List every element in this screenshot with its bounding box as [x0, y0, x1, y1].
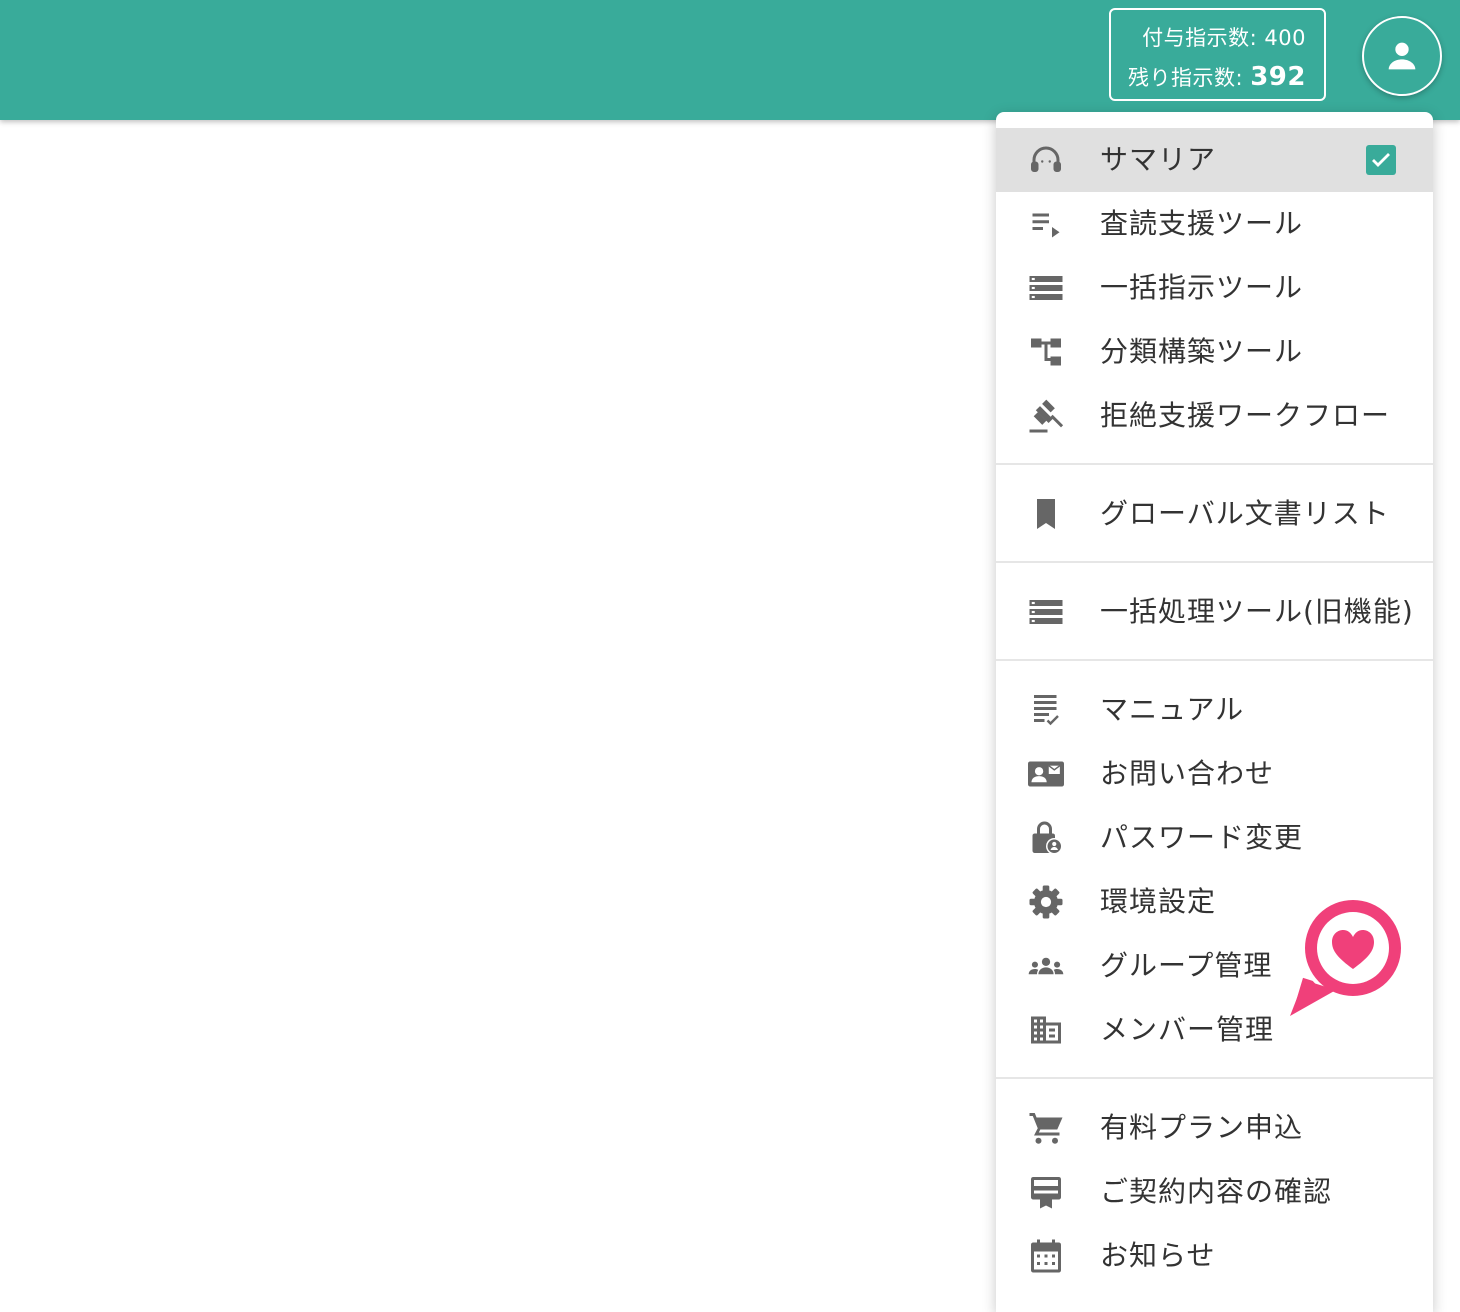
- menu-item-label: パスワード変更: [1100, 821, 1304, 854]
- menu-item-contact[interactable]: お問い合わせ: [996, 742, 1433, 806]
- calendar-icon: [1028, 1238, 1064, 1274]
- menu-item-paid-plan-application[interactable]: 有料プラン申込: [996, 1096, 1433, 1160]
- menu-item-samaria[interactable]: サマリア: [996, 128, 1433, 192]
- checkbox-checked-icon[interactable]: [1366, 145, 1396, 175]
- storage-list-icon: [1028, 270, 1064, 306]
- menu-item-review-support-tool[interactable]: 査読支援ツール: [996, 192, 1433, 256]
- gavel-icon: [1028, 398, 1064, 434]
- menu-item-bulk-processing-tool-legacy[interactable]: 一括処理ツール(旧機能): [996, 580, 1433, 644]
- contact-mail-icon: [1028, 756, 1064, 792]
- remaining-count-value: 392: [1250, 62, 1306, 92]
- gear-icon: [1028, 884, 1064, 920]
- granted-count-row: 付与指示数: 400: [1142, 22, 1306, 52]
- account-menu-button[interactable]: [1362, 16, 1442, 96]
- groups-icon: [1028, 948, 1064, 984]
- account-tree-icon: [1028, 334, 1064, 370]
- granted-count-label: 付与指示数:: [1142, 26, 1258, 50]
- storage-list-icon: [1028, 594, 1064, 630]
- floating-heart-badge[interactable]: [1280, 896, 1410, 1026]
- card-membership-icon: [1028, 1174, 1064, 1210]
- heart-icon: [1287, 896, 1405, 1020]
- menu-divider: [996, 561, 1433, 563]
- menu-item-manual[interactable]: マニュアル: [996, 678, 1433, 742]
- menu-item-label: 拒絶支援ワークフロー: [1100, 399, 1391, 432]
- menu-item-label: 一括処理ツール(旧機能): [1100, 595, 1414, 628]
- remaining-count-label: 残り指示数:: [1127, 66, 1244, 90]
- menu-item-classification-tool[interactable]: 分類構築ツール: [996, 320, 1433, 384]
- menu-item-label: 環境設定: [1100, 885, 1217, 918]
- menu-divider: [996, 1077, 1433, 1079]
- menu-item-label: 分類構築ツール: [1100, 335, 1304, 368]
- granted-count-value: 400: [1264, 26, 1306, 50]
- menu-item-contract-details[interactable]: ご契約内容の確認: [996, 1160, 1433, 1224]
- menu-item-label: 査読支援ツール: [1100, 207, 1304, 240]
- bookmark-icon: [1028, 496, 1064, 532]
- menu-item-change-password[interactable]: パスワード変更: [996, 806, 1433, 870]
- menu-item-global-document-list[interactable]: グローバル文書リスト: [996, 482, 1433, 546]
- menu-item-label: グローバル文書リスト: [1100, 497, 1390, 530]
- menu-item-label: お知らせ: [1100, 1239, 1216, 1272]
- menu-divider: [996, 463, 1433, 465]
- menu-item-rejection-workflow[interactable]: 拒絶支援ワークフロー: [996, 384, 1433, 448]
- top-app-bar: 付与指示数: 400 残り指示数: 392: [0, 0, 1460, 120]
- menu-item-label: グループ管理: [1100, 949, 1273, 982]
- menu-item-label: ご契約内容の確認: [1100, 1175, 1333, 1208]
- lock-person-icon: [1028, 820, 1064, 856]
- menu-item-label: サマリア: [1100, 143, 1217, 176]
- domain-icon: [1028, 1012, 1064, 1048]
- headset-icon: [1028, 142, 1064, 178]
- cart-icon: [1028, 1110, 1064, 1146]
- menu-item-label: 一括指示ツール: [1100, 271, 1304, 304]
- menu-item-bulk-instruction-tool[interactable]: 一括指示ツール: [996, 256, 1433, 320]
- menu-item-label: マニュアル: [1100, 693, 1245, 726]
- menu-item-label: 有料プラン申込: [1100, 1111, 1304, 1144]
- manual-checklist-icon: [1028, 692, 1064, 728]
- menu-divider: [996, 659, 1433, 661]
- menu-item-notifications[interactable]: お知らせ: [996, 1224, 1433, 1288]
- account-icon: [1388, 42, 1416, 70]
- instruction-counter: 付与指示数: 400 残り指示数: 392: [1109, 8, 1326, 101]
- playlist-play-icon: [1028, 206, 1064, 242]
- menu-item-label: メンバー管理: [1100, 1013, 1275, 1046]
- account-dropdown-menu: サマリア 査読支援ツール 一括指示ツール 分類構築ツール 拒絶支援ワークフロー …: [996, 112, 1433, 1312]
- menu-item-label: お問い合わせ: [1100, 757, 1275, 790]
- remaining-count-row: 残り指示数: 392: [1128, 62, 1306, 92]
